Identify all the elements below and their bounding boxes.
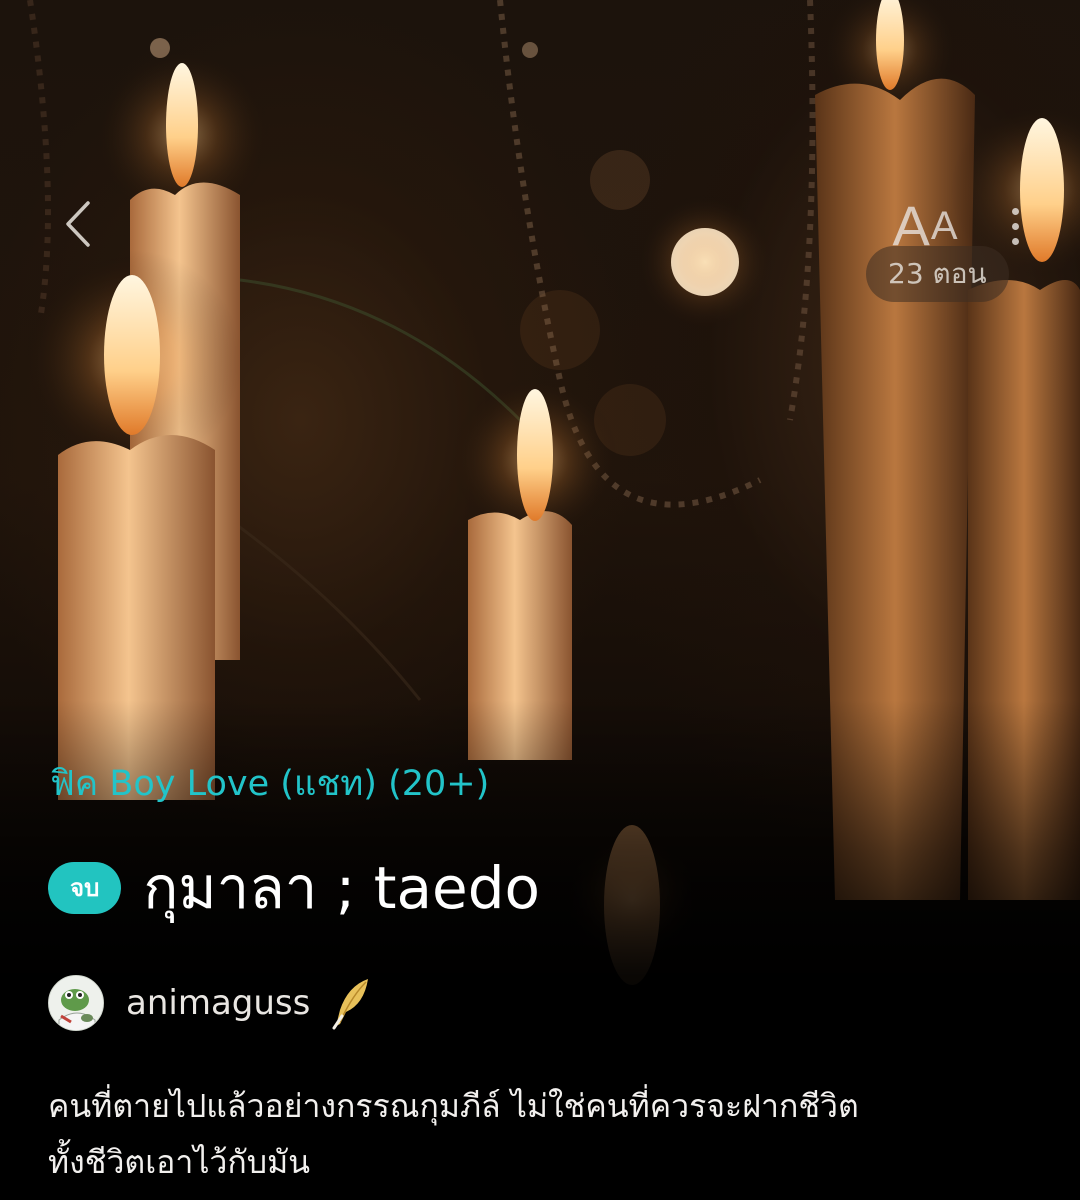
more-options-button[interactable] xyxy=(1000,196,1030,256)
synopsis-line: ทั้งชีวิตเอาไว้กับมัน xyxy=(48,1143,311,1181)
feather-quill-icon xyxy=(332,979,369,1030)
author-link[interactable]: animaguss xyxy=(48,974,374,1032)
novel-detail-screen: AA 23 ตอน ฟิค Boy Love (แชท) (20+) จบ กุ… xyxy=(0,0,1080,1200)
synopsis-line: คนที่ตายไปแล้วอย่างกรรณกุมภีล์ ไม่ใช่คนท… xyxy=(48,1087,859,1125)
title-row: จบ กุมาลา ; taedo xyxy=(48,850,540,926)
more-vertical-icon xyxy=(1011,207,1019,215)
back-button[interactable] xyxy=(50,188,106,260)
font-size-icon-small: A xyxy=(930,204,958,248)
status-badge: จบ xyxy=(48,862,122,914)
episode-count-badge: 23 ตอน xyxy=(866,246,1009,302)
category-link[interactable]: ฟิค Boy Love (แชท) (20+) xyxy=(50,760,489,808)
chevron-left-icon xyxy=(66,201,90,247)
author-avatar[interactable] xyxy=(48,975,104,1031)
author-name: animaguss xyxy=(126,983,311,1023)
synopsis-text: คนที่ตายไปแล้วอย่างกรรณกุมภีล์ ไม่ใช่คนท… xyxy=(48,1078,1038,1190)
novel-title: กุมาลา ; taedo xyxy=(143,854,541,922)
frog-avatar-icon xyxy=(49,976,103,1030)
